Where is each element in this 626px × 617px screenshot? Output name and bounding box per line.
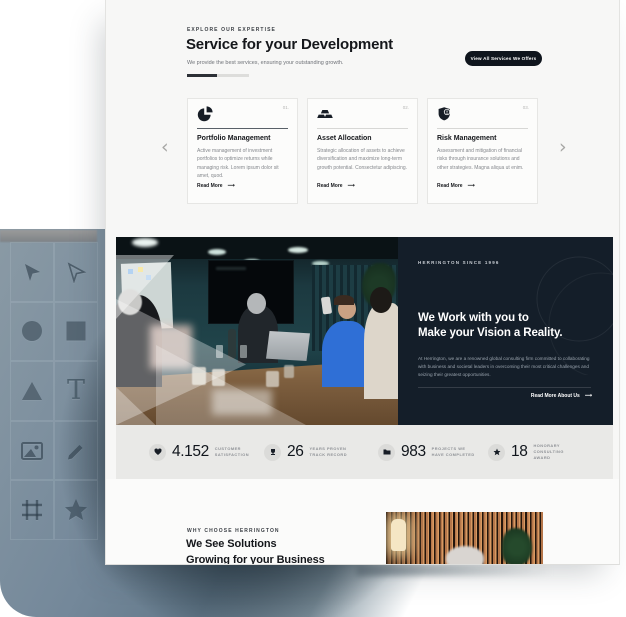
stat-value: 4.152 <box>172 443 209 461</box>
read-more-about-us-link[interactable]: Read More About Us⟶ <box>418 393 591 399</box>
card-read-more-link[interactable]: Read More⟶ <box>317 183 354 189</box>
carousel-progress-fill <box>187 74 217 77</box>
text-tool-icon[interactable]: T <box>54 361 98 421</box>
blurred-window-bar <box>0 230 97 242</box>
photo-shape <box>216 267 246 270</box>
hero-section: HERRINGTON SINCE 1996 We Work with you t… <box>116 237 613 425</box>
view-all-services-button[interactable]: View All Services We Offers <box>465 51 542 66</box>
photo-person-head <box>370 287 392 313</box>
photo-person-blue <box>322 321 370 387</box>
services-eyebrow: EXPLORE OUR EXPERTISE <box>187 27 276 33</box>
carousel-progress <box>187 74 249 77</box>
photo-bottle <box>228 329 236 359</box>
webpage-window: EXPLORE OUR EXPERTISE Service for your D… <box>105 0 620 565</box>
triangle-tool-icon[interactable] <box>10 361 54 421</box>
photo-cup <box>266 371 279 387</box>
stat-value: 983 <box>401 443 426 461</box>
trophy-icon <box>264 444 281 461</box>
hero-paragraph: At Herrington, we are a renowned global … <box>418 355 591 380</box>
cursor-filled-icon[interactable] <box>10 242 54 302</box>
photo-laptop <box>266 331 310 361</box>
photo-light <box>288 247 308 253</box>
stat-label: Years Proven Track Record <box>309 446 355 459</box>
card-description: Active management of investment portfoli… <box>197 147 291 180</box>
star-icon <box>488 444 505 461</box>
image-tool-icon[interactable] <box>10 421 54 481</box>
folder-icon <box>378 444 395 461</box>
stats-band: 4.152 Customer Satisfaction 26 Years Pro… <box>116 425 613 479</box>
service-card-risk[interactable]: 03. Risk Management Assessment and mitig… <box>427 98 538 204</box>
pie-chart-icon <box>197 106 213 127</box>
hero-text-panel: HERRINGTON SINCE 1996 We Work with you t… <box>398 237 613 425</box>
photo-cup <box>284 365 294 378</box>
stat-value: 26 <box>287 443 303 461</box>
service-card-portfolio[interactable]: 01. Portfolio Management Active manageme… <box>187 98 298 204</box>
card-description: Assessment and mitigation of financial r… <box>437 147 531 172</box>
carousel-prev-button[interactable]: ‹ <box>161 138 169 157</box>
photo-light <box>132 238 158 247</box>
photo-person-head <box>247 293 266 314</box>
hero-divider <box>418 387 591 388</box>
photo-light <box>208 249 226 255</box>
card-number: 01. <box>283 105 289 110</box>
arrow-right-icon: ⟶ <box>228 183 234 189</box>
stat-label: Customer Satisfaction <box>215 446 261 459</box>
why-title: We See Solutions Growing for your Busine… <box>186 537 325 565</box>
arrow-right-icon: ⟶ <box>468 183 474 189</box>
services-subtitle: We provide the best services, ensuring y… <box>187 60 343 66</box>
stat-customer-satisfaction: 4.152 Customer Satisfaction <box>149 425 261 479</box>
card-read-more-link[interactable]: Read More⟶ <box>437 183 474 189</box>
photo-lamp <box>391 519 406 551</box>
star-tool-icon[interactable] <box>54 480 98 540</box>
card-read-more-link[interactable]: Read More⟶ <box>197 183 234 189</box>
shield-alert-icon <box>437 106 453 127</box>
arrow-right-icon: ⟶ <box>348 183 354 189</box>
stat-label: Projects We Have Completed <box>432 446 478 459</box>
crop-tool-icon[interactable] <box>10 480 54 540</box>
pencil-tool-icon[interactable] <box>54 421 98 481</box>
card-number: 02. <box>403 105 409 110</box>
hero-photo <box>116 237 398 425</box>
why-eyebrow: WHY CHOOSE HERRINGTON <box>187 528 280 534</box>
stat-awards: 18 Honorary Consulting Award <box>488 425 579 479</box>
card-number: 03. <box>523 105 529 110</box>
card-title: Risk Management <box>437 135 497 142</box>
ellipse-tool-icon[interactable] <box>10 302 54 362</box>
photo-plant <box>502 528 532 565</box>
photo-glass <box>240 345 247 358</box>
screenshot-canvas: T EXPLORE OUR EXPERTISE Service for your… <box>0 0 626 617</box>
gold-bars-icon <box>317 106 333 127</box>
rectangle-tool-icon[interactable] <box>54 302 98 362</box>
card-description: Strategic allocation of assets to achiev… <box>317 147 411 172</box>
why-photo <box>386 512 543 565</box>
stat-projects: 983 Projects We Have Completed <box>378 425 478 479</box>
services-title: Service for your Development <box>186 36 393 53</box>
card-divider <box>437 128 528 129</box>
card-title: Portfolio Management <box>197 135 271 142</box>
stat-years: 26 Years Proven Track Record <box>264 425 355 479</box>
photo-person-right <box>364 303 398 399</box>
editor-toolbar: T <box>10 242 98 540</box>
arrow-right-icon: ⟶ <box>585 393 591 399</box>
card-divider <box>197 128 288 129</box>
carousel-next-button[interactable]: › <box>559 138 567 157</box>
hero-title: We Work with you to Make your Vision a R… <box>418 311 563 342</box>
card-title: Asset Allocation <box>317 135 372 142</box>
photo-hair <box>334 295 354 305</box>
photo-hair <box>446 546 484 565</box>
service-card-asset[interactable]: 02. Asset Allocation Strategic allocatio… <box>307 98 418 204</box>
hero-eyebrow: HERRINGTON SINCE 1996 <box>418 260 500 265</box>
card-divider <box>317 128 408 129</box>
stat-value: 18 <box>511 443 527 461</box>
stat-label: Honorary Consulting Award <box>533 443 579 462</box>
cursor-outline-icon[interactable] <box>54 242 98 302</box>
blur-smear <box>356 564 552 576</box>
heart-icon <box>149 444 166 461</box>
